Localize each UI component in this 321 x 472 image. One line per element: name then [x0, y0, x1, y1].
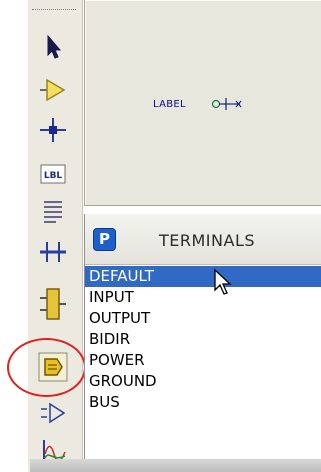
component-preview: LABEL	[84, 0, 321, 206]
selection-mode-button[interactable]	[33, 30, 73, 64]
junction-dot-icon	[40, 118, 66, 142]
terminals-panel: P TERMINALS DEFAULT INPUT OUTPUT BIDIR P…	[84, 214, 321, 472]
list-item-bus[interactable]: BUS	[85, 392, 321, 413]
text-script-mode-button[interactable]	[33, 194, 73, 228]
buses-icon	[40, 242, 66, 262]
buses-mode-button[interactable]	[33, 234, 73, 268]
list-item-input[interactable]: INPUT	[85, 287, 321, 308]
mouse-cursor-icon	[214, 268, 232, 295]
terminal-pin-preview-icon	[211, 98, 242, 110]
list-item-bidir[interactable]: BIDIR	[85, 329, 321, 350]
preview-label-text: LABEL	[153, 99, 186, 110]
terminals-list: DEFAULT INPUT OUTPUT BIDIR POWER GROUND …	[85, 266, 321, 413]
list-item-power[interactable]: POWER	[85, 350, 321, 371]
subcircuit-mode-button[interactable]	[33, 287, 73, 321]
component-icon	[40, 78, 66, 102]
highlight-ring	[7, 338, 86, 397]
text-script-icon	[44, 201, 62, 223]
component-mode-button[interactable]	[33, 73, 73, 107]
subcircuit-icon	[40, 288, 66, 320]
list-item-output[interactable]: OUTPUT	[85, 308, 321, 329]
toolbar-grip[interactable]	[32, 9, 76, 12]
junction-mode-button[interactable]	[33, 113, 73, 147]
wire-label-icon: LBL	[40, 164, 66, 184]
svg-text:LBL: LBL	[44, 171, 63, 181]
selection-arrow-icon	[47, 34, 62, 59]
terminals-panel-header: P TERMINALS	[85, 214, 321, 265]
mode-toolbar: LBL	[28, 0, 83, 472]
device-pin-mode-button[interactable]	[33, 396, 73, 430]
list-item-ground[interactable]: GROUND	[85, 371, 321, 392]
bottom-shadow	[30, 459, 321, 472]
list-item-default[interactable]: DEFAULT	[85, 266, 321, 287]
device-pin-icon	[41, 402, 66, 424]
panel-title: TERMINALS	[159, 231, 256, 250]
pick-button[interactable]: P	[93, 228, 116, 251]
wire-label-mode-button[interactable]: LBL	[33, 157, 73, 191]
